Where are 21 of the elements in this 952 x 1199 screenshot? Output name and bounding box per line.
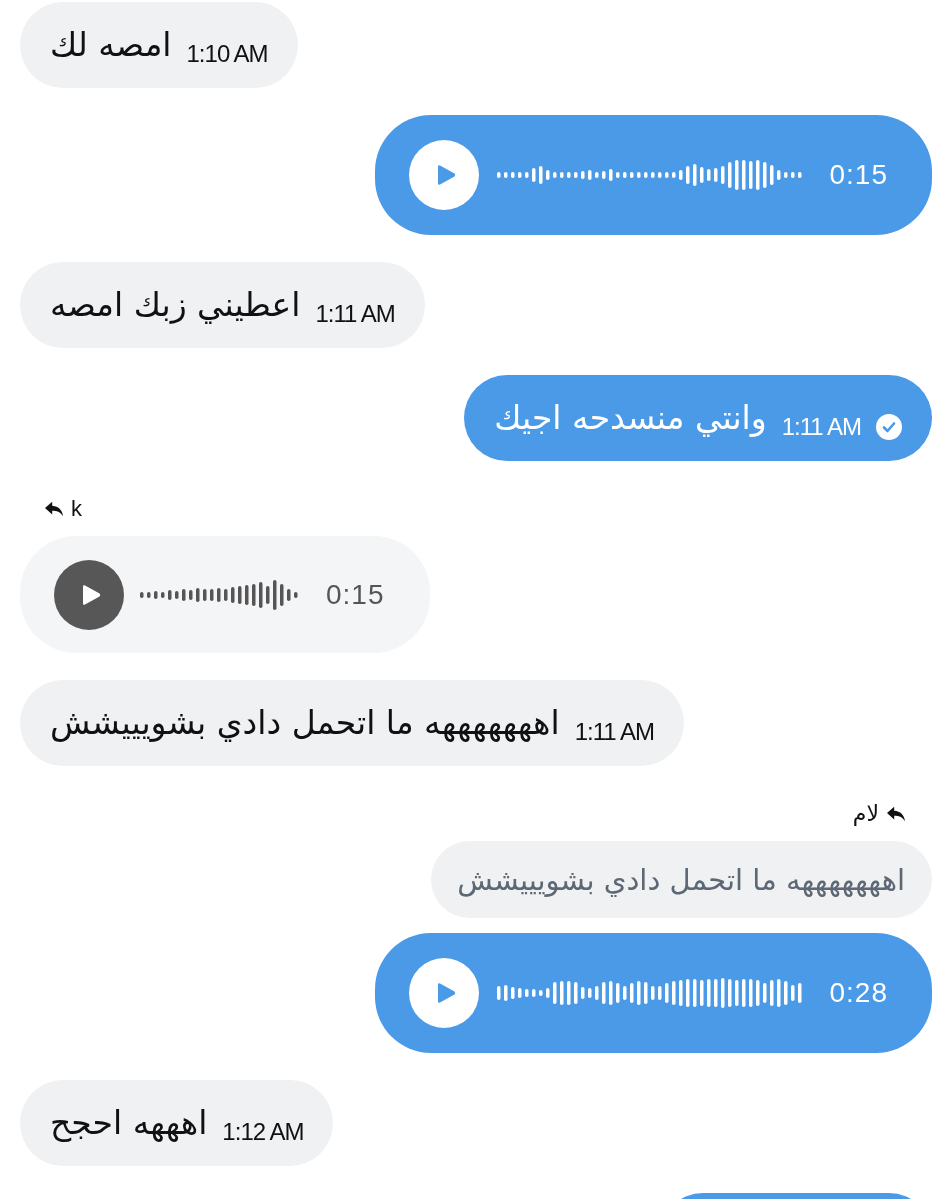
- message-time: 1:10 AM: [186, 39, 268, 67]
- voice-duration: 0:15: [326, 578, 385, 611]
- message-text: وانتي منسدحه اجيك: [494, 397, 767, 439]
- message-text: اعطيني زبك امصه: [50, 284, 301, 326]
- voice-duration: 0:28: [829, 977, 888, 1009]
- play-icon: [435, 164, 456, 186]
- message-time: 1:11 AM: [574, 717, 654, 745]
- message-time: 1:12 AM: [222, 1117, 304, 1145]
- reply-icon: [887, 806, 905, 822]
- reply-sender-name: k: [71, 497, 82, 521]
- play-icon: [435, 982, 456, 1004]
- reply-icon: [45, 501, 63, 517]
- message-time: 1:11 AM: [781, 412, 861, 440]
- message-text: اهههههههه ما اتحمل دادي بشويييشش: [50, 702, 560, 744]
- message-text: امصه لك: [50, 24, 172, 66]
- voice-duration: 0:15: [829, 159, 888, 191]
- message-time: 1:11 AM: [315, 299, 395, 327]
- quoted-message-text: اهههههههه ما اتحمل دادي بشويييشش: [457, 862, 905, 897]
- message-text: اهههه احجح: [50, 1102, 208, 1144]
- reply-sender-name: لام: [852, 802, 879, 826]
- play-icon: [81, 583, 101, 606]
